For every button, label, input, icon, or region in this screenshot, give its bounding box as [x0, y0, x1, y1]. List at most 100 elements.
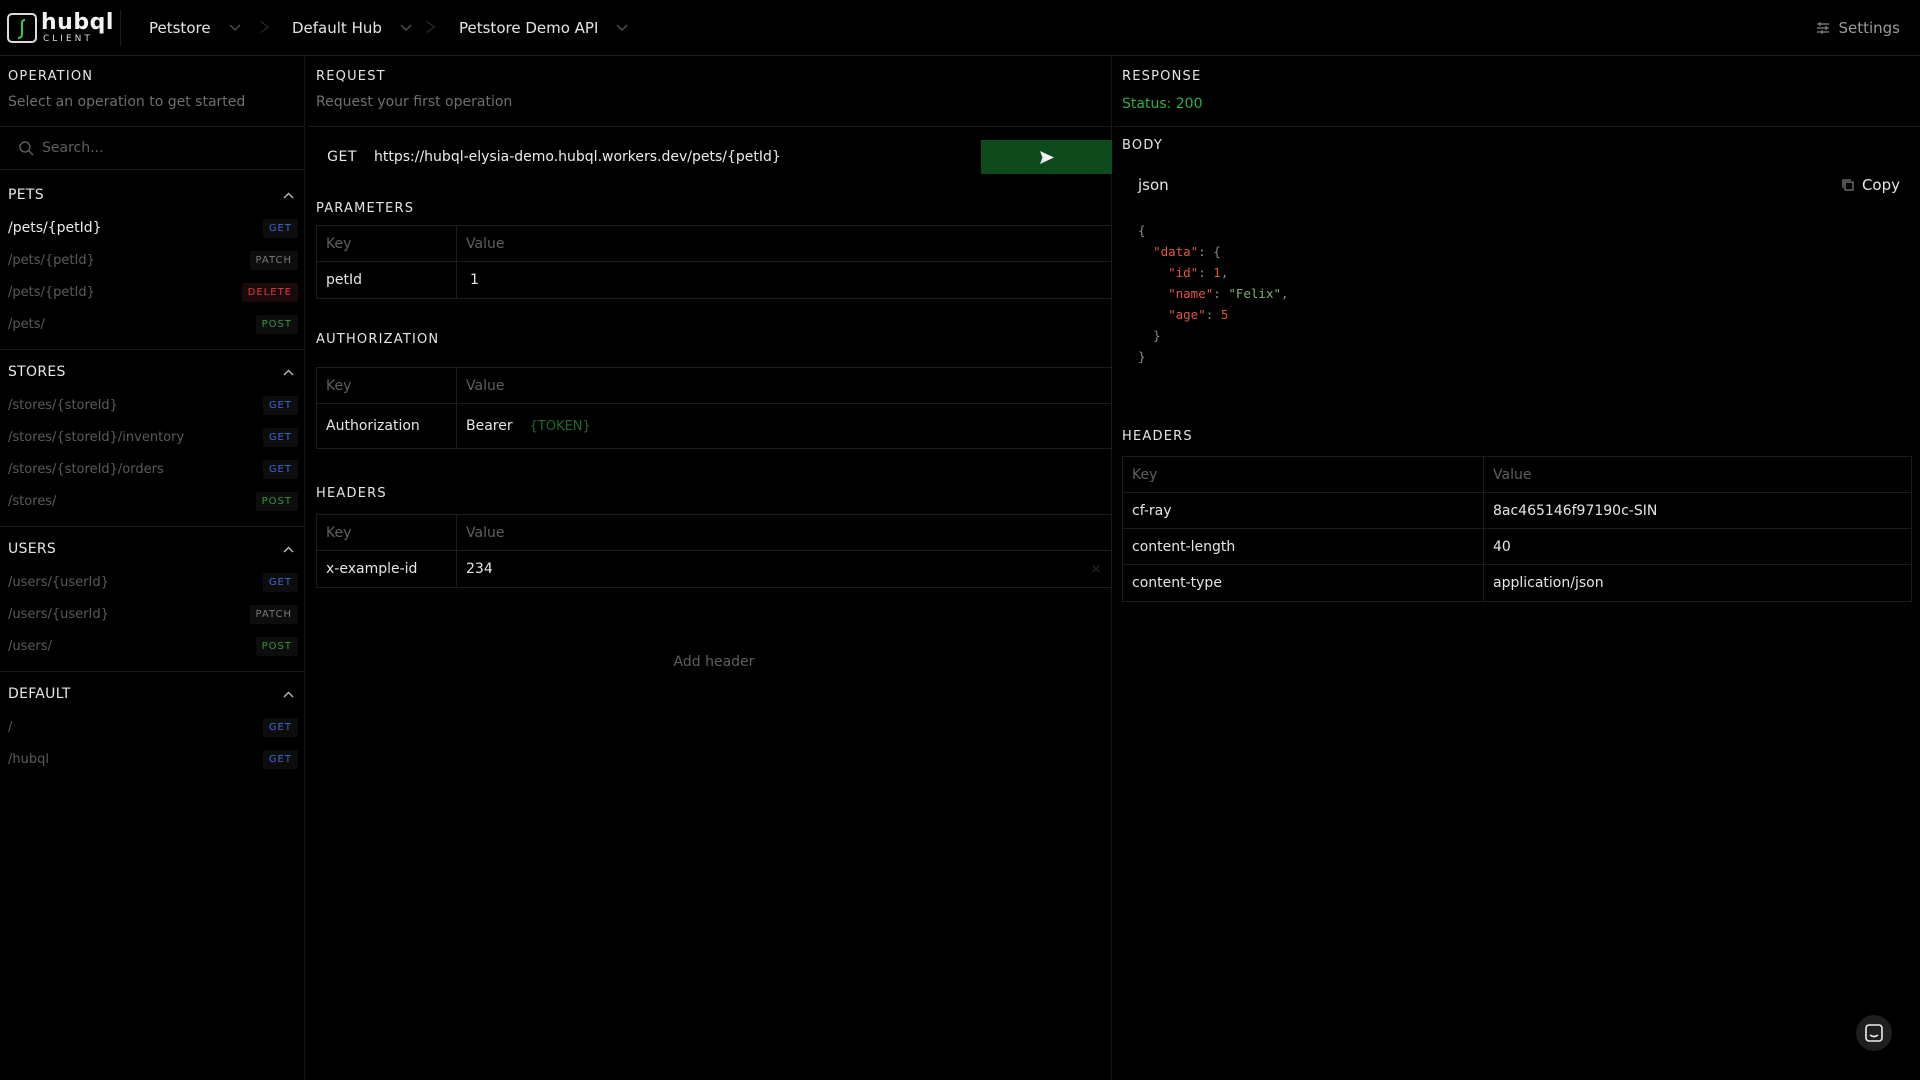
- route-path: /stores/{storeId}/inventory: [8, 429, 185, 445]
- route-item[interactable]: /users/{userId} PATCH: [0, 598, 304, 630]
- route-item[interactable]: /stores/POST: [0, 485, 304, 517]
- group-header-default[interactable]: DEFAULT: [0, 677, 304, 711]
- operations-sidebar: OPERATION Select an operation to get sta…: [0, 56, 304, 1080]
- app-subtitle: CLIENT: [43, 34, 93, 44]
- column-header-key: Key: [317, 226, 457, 261]
- route-item[interactable]: /pets/{petId} PATCH: [0, 244, 304, 276]
- group-header-pets[interactable]: PETS: [0, 178, 304, 212]
- route-item[interactable]: /pets/{petId} DELETE: [0, 276, 304, 308]
- route-path: /users/: [8, 638, 52, 654]
- body-language: json: [1138, 176, 1169, 194]
- group-header-stores[interactable]: STORES: [0, 355, 304, 389]
- column-header-value: Value: [1493, 466, 1532, 483]
- authorization-table: Key Value Authorization Bearer {TOKEN}: [316, 367, 1112, 449]
- parameters-heading: PARAMETERS: [316, 201, 415, 216]
- copy-button[interactable]: Copy: [1842, 176, 1900, 194]
- column-header-value: Value: [466, 377, 505, 394]
- chevron-up-icon: [283, 369, 294, 375]
- table-row: content-type application/json: [1123, 565, 1911, 601]
- send-button[interactable]: [981, 140, 1112, 174]
- group-pets: PETS /pets/{petId} GET /pets/{petId} PATCH…: [0, 178, 304, 340]
- breadcrumb-hub[interactable]: Default Hub: [292, 16, 412, 40]
- table-row: cf-ray 8ac465146f97190c-SIN: [1123, 493, 1911, 529]
- group-users: USERS /users/{userId} GET /users/{userId}…: [0, 532, 304, 662]
- chevron-down-icon: [400, 24, 412, 31]
- route-path: /stores/{storeId}/orders: [8, 461, 164, 477]
- remove-header-icon[interactable]: ✕: [1091, 562, 1101, 576]
- response-panel: RESPONSE Status: 200 BODY json Copy { "d…: [1114, 56, 1920, 1080]
- header-value-input[interactable]: 234: [457, 551, 493, 587]
- body-heading: BODY: [1122, 138, 1163, 153]
- group-title: PETS: [8, 187, 44, 203]
- chevron-up-icon: [283, 546, 294, 552]
- route-item[interactable]: /stores/{storeId}/inventory GET: [0, 421, 304, 453]
- route-item[interactable]: /hubql GET: [0, 743, 304, 775]
- method-badge: PATCH: [249, 250, 298, 270]
- request-panel: REQUEST Request your first operation GET…: [308, 56, 1112, 1080]
- column-header-key: Key: [317, 368, 457, 403]
- chat-launcher-button[interactable]: [1856, 1015, 1892, 1051]
- divider: [1114, 126, 1920, 127]
- route-item[interactable]: /users/POST: [0, 630, 304, 662]
- route-item[interactable]: /pets/{petId} GET: [0, 212, 304, 244]
- chat-icon: [1865, 1024, 1883, 1042]
- group-header-users[interactable]: USERS: [0, 532, 304, 566]
- chevron-up-icon: [283, 691, 294, 697]
- send-icon: [1039, 150, 1054, 164]
- auth-value-input[interactable]: Bearer {TOKEN}: [457, 404, 591, 448]
- method-badge: PATCH: [249, 604, 298, 624]
- method-badge: DELETE: [241, 282, 298, 302]
- table-header: Key Value: [1123, 457, 1911, 493]
- divider: [0, 671, 304, 672]
- request-url-bar: GET https://hubql-elysia-demo.hubql.work…: [316, 140, 1112, 174]
- response-headers-table: Key Value cf-ray 8ac465146f97190c-SIN co…: [1122, 456, 1912, 602]
- logo-mark-icon: [7, 13, 37, 43]
- route-path: /stores/{storeId}: [8, 397, 118, 413]
- breadcrumb-project[interactable]: Petstore: [149, 16, 241, 40]
- settings-button[interactable]: Settings: [1816, 16, 1900, 40]
- response-headers-heading: HEADERS: [1122, 429, 1193, 444]
- route-path: /pets/{petId}: [8, 252, 95, 268]
- column-header-value: Value: [466, 235, 505, 252]
- route-item[interactable]: /pets/POST: [0, 308, 304, 340]
- auth-token-placeholder: {TOKEN}: [529, 418, 591, 434]
- breadcrumb-label: Default Hub: [292, 19, 382, 37]
- header-key: cf-ray: [1123, 493, 1484, 528]
- route-path: /: [8, 719, 13, 735]
- breadcrumb-api[interactable]: Petstore Demo API: [459, 16, 628, 40]
- divider: [308, 126, 1112, 127]
- header-value: application/json: [1493, 575, 1604, 591]
- param-value-input[interactable]: 1: [457, 262, 479, 298]
- method-select[interactable]: GET: [316, 149, 368, 165]
- sliders-icon: [1817, 22, 1830, 34]
- route-item[interactable]: / GET: [0, 711, 304, 743]
- request-headers-table: Key Value x-example-id 234 ✕: [316, 514, 1112, 588]
- header-key: content-length: [1123, 529, 1484, 564]
- url-input[interactable]: https://hubql-elysia-demo.hubql.workers.…: [374, 149, 981, 165]
- route-item[interactable]: /users/{userId} GET: [0, 566, 304, 598]
- search-input[interactable]: Search...: [0, 126, 304, 170]
- table-row: content-length 40: [1123, 529, 1911, 565]
- column-divider: [304, 56, 305, 1080]
- response-body-code: { "data": { "id": 1, "name": "Felix", "a…: [1138, 223, 1289, 364]
- breadcrumb-label: Petstore Demo API: [459, 19, 599, 37]
- method-badge: POST: [255, 314, 298, 334]
- breadcrumb-label: Petstore: [149, 19, 211, 37]
- app-logo[interactable]: hubql CLIENT: [7, 10, 114, 46]
- request-heading: REQUEST: [316, 69, 386, 84]
- column-header-value: Value: [466, 524, 505, 541]
- column-header-key: Key: [317, 515, 457, 550]
- settings-label: Settings: [1838, 19, 1900, 37]
- chevron-up-icon: [283, 192, 294, 198]
- add-header-button[interactable]: Add header: [316, 654, 1112, 670]
- table-row: Authorization Bearer {TOKEN}: [317, 404, 1111, 448]
- search-placeholder: Search...: [42, 140, 104, 156]
- route-path: /stores/: [8, 493, 57, 509]
- table-header: Key Value: [317, 226, 1111, 262]
- route-item[interactable]: /stores/{storeId} GET: [0, 389, 304, 421]
- route-item[interactable]: /stores/{storeId}/orders GET: [0, 453, 304, 485]
- method-badge: GET: [262, 717, 298, 737]
- header-key: content-type: [1123, 565, 1484, 601]
- header-key-input[interactable]: x-example-id: [317, 551, 457, 587]
- param-key-input[interactable]: petId: [317, 262, 457, 298]
